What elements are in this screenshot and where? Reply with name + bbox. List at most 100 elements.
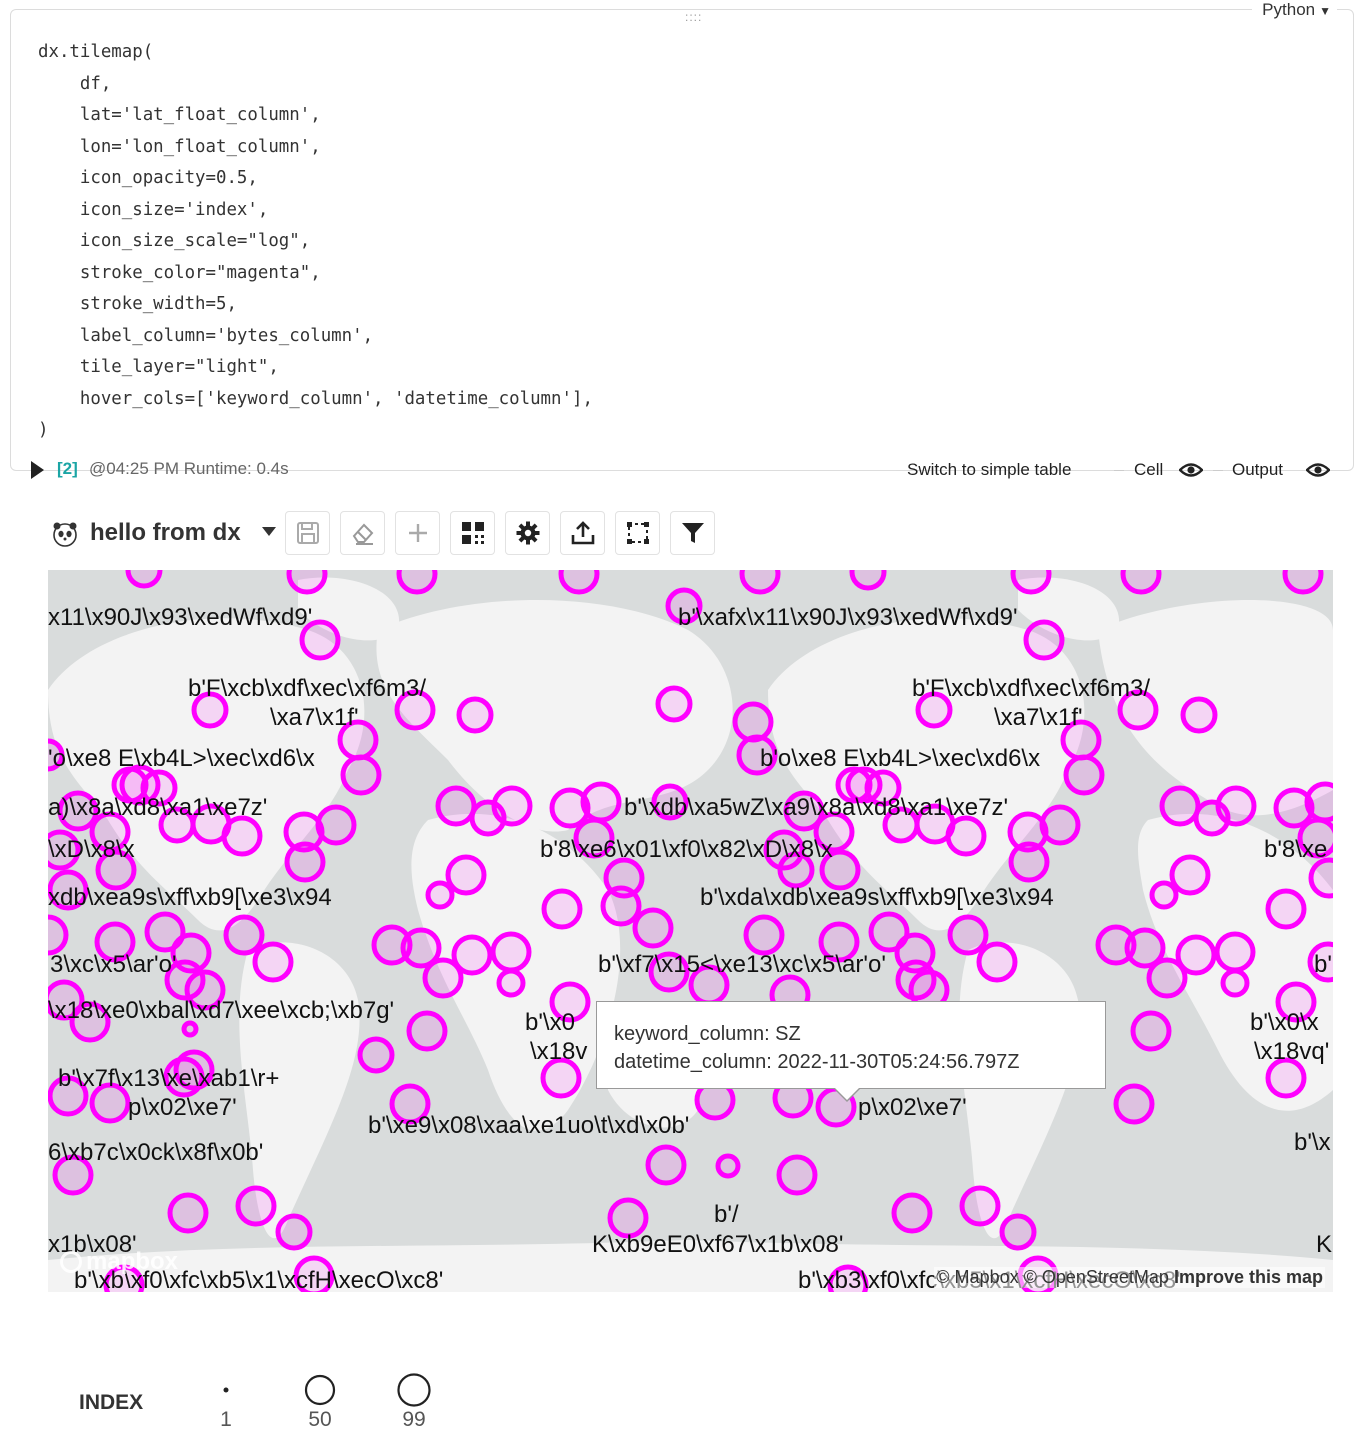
map-marker[interactable] (48, 914, 69, 956)
map-marker[interactable] (645, 1144, 687, 1186)
map-marker[interactable] (284, 841, 326, 883)
map-marker[interactable] (456, 696, 494, 734)
improve-map-link[interactable]: Improve this map (1174, 1267, 1323, 1287)
legend-marker-small (223, 1387, 229, 1393)
map-marker[interactable] (1130, 1010, 1172, 1052)
map-marker[interactable] (491, 785, 533, 827)
select-region-button[interactable] (615, 511, 660, 555)
map-label: 6\xb7c\x0ck\x8f\x0b' (48, 1139, 264, 1166)
map-marker[interactable] (580, 781, 622, 823)
code-cell[interactable]: :::: Python ▼ dx.tilemap( df, lat='lat_fl… (10, 0, 1354, 471)
filter-icon (681, 523, 704, 543)
map-marker[interactable] (732, 701, 774, 743)
map-marker[interactable] (891, 1192, 933, 1234)
map-marker[interactable] (632, 907, 674, 949)
map-marker[interactable] (1159, 785, 1201, 827)
map-marker[interactable] (739, 570, 781, 595)
map-marker[interactable] (947, 914, 989, 956)
map-marker[interactable] (406, 1010, 448, 1052)
map-marker[interactable] (1039, 804, 1081, 846)
map-marker[interactable] (558, 570, 600, 595)
map-marker[interactable] (1149, 880, 1179, 910)
map-marker[interactable] (1220, 968, 1250, 998)
map-marker[interactable] (1023, 619, 1065, 661)
map-marker[interactable] (1265, 1057, 1307, 1099)
eye-icon[interactable] (1306, 462, 1330, 478)
map-marker[interactable] (945, 815, 987, 857)
map-marker[interactable] (357, 1036, 395, 1074)
map-marker[interactable] (540, 1057, 582, 1099)
chart-builder-button[interactable] (450, 511, 495, 555)
map-marker[interactable] (223, 914, 265, 956)
map-marker[interactable] (435, 785, 477, 827)
language-selector[interactable]: Python ▼ (1252, 0, 1337, 21)
output-toggle-label[interactable]: Output (1232, 460, 1283, 480)
map-marker[interactable] (1304, 781, 1333, 823)
map-marker[interactable] (655, 685, 693, 723)
map-marker[interactable] (1180, 696, 1218, 734)
eye-icon[interactable] (1179, 462, 1203, 478)
map-marker[interactable] (490, 931, 532, 973)
map-marker[interactable] (849, 570, 887, 591)
map-marker[interactable] (235, 1185, 277, 1227)
map-marker[interactable] (1214, 931, 1256, 973)
map-marker[interactable] (252, 941, 294, 983)
mapbox-logo[interactable]: mapbox (60, 1248, 178, 1276)
filter-button[interactable] (670, 511, 715, 555)
map-marker[interactable] (445, 854, 487, 896)
tilemap[interactable]: x11\x90J\x93\xedWf\xd9' b'\xafx\x11\x90J… (48, 570, 1333, 1292)
map-marker[interactable] (1010, 570, 1052, 595)
map-marker[interactable] (1308, 857, 1333, 899)
legend-label: 1 (220, 1408, 232, 1431)
drag-handle[interactable]: :::: (681, 11, 707, 23)
map-marker[interactable] (422, 957, 464, 999)
execution-meta: @04:25 PM Runtime: 0.4s (89, 459, 289, 478)
clear-button[interactable] (340, 511, 385, 555)
map-marker[interactable] (125, 570, 163, 589)
add-button[interactable] (395, 511, 440, 555)
map-marker[interactable] (1169, 854, 1211, 896)
map-marker[interactable] (776, 1154, 818, 1196)
map-marker[interactable] (999, 1213, 1037, 1251)
map-marker[interactable] (315, 804, 357, 846)
map-marker[interactable] (167, 1192, 209, 1234)
chevron-down-icon[interactable] (262, 527, 276, 536)
map-marker[interactable] (1146, 957, 1188, 999)
map-marker[interactable] (496, 968, 526, 998)
map-marker[interactable] (1063, 754, 1105, 796)
map-marker[interactable] (286, 570, 328, 595)
map-marker[interactable] (1215, 785, 1257, 827)
map-marker[interactable] (1265, 888, 1307, 930)
run-icon[interactable] (31, 461, 44, 479)
settings-button[interactable] (505, 511, 550, 555)
mapbox-icon (60, 1251, 82, 1273)
map-marker[interactable] (340, 754, 382, 796)
save-button[interactable] (285, 511, 330, 555)
divider (322, 470, 896, 471)
legend-label: 50 (308, 1408, 332, 1431)
map-marker[interactable] (275, 1213, 313, 1251)
map-marker[interactable] (1120, 570, 1162, 595)
map-marker[interactable] (1113, 1083, 1155, 1125)
cell-toggle-label[interactable]: Cell (1134, 460, 1163, 480)
map-label: \xD\x8\x (48, 836, 135, 863)
map-marker[interactable] (976, 941, 1018, 983)
map-marker[interactable] (221, 815, 263, 857)
map-marker[interactable] (715, 1153, 741, 1179)
attribution-text[interactable]: © Mapbox © OpenStreetMap (936, 1267, 1169, 1287)
map-marker[interactable] (181, 1020, 199, 1038)
map-marker[interactable] (1008, 841, 1050, 883)
plus-icon (408, 524, 427, 542)
map-marker[interactable] (541, 888, 583, 930)
switch-to-simple-table-button[interactable]: Switch to simple table (907, 460, 1071, 480)
map-marker[interactable] (396, 570, 438, 595)
export-button[interactable] (560, 511, 605, 555)
code-editor[interactable]: dx.tilemap( df, lat='lat_float_column', … (38, 37, 593, 447)
map-marker[interactable] (959, 1185, 1001, 1227)
map-marker[interactable] (425, 880, 455, 910)
dx-title[interactable]: hello from dx (90, 519, 241, 547)
map-marker[interactable] (1282, 570, 1324, 595)
map-marker[interactable] (743, 914, 785, 956)
map-label: b'\x0\x (1250, 1009, 1319, 1036)
map-marker[interactable] (600, 885, 642, 927)
